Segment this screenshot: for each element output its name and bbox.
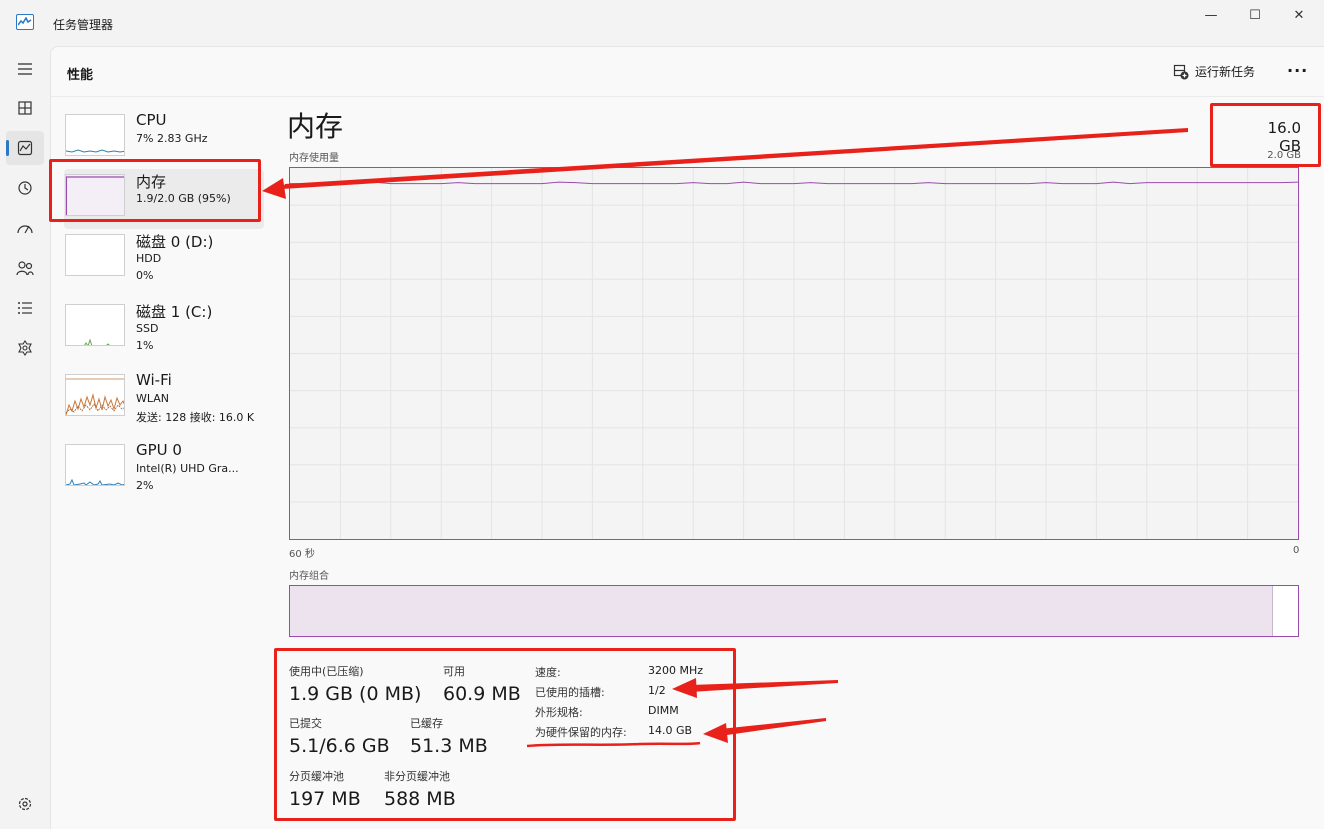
gpu-thumbnail-graph bbox=[65, 444, 125, 486]
device-usage: 0% bbox=[136, 269, 154, 282]
cpu-thumbnail-graph bbox=[65, 114, 125, 156]
memory-composition-bar bbox=[289, 585, 1299, 637]
run-new-task-label: 运行新任务 bbox=[1195, 65, 1256, 79]
device-throughput: 发送: 128 接收: 16.0 K bbox=[136, 411, 255, 424]
settings-icon[interactable] bbox=[6, 787, 44, 821]
device-item-disk-0[interactable]: 磁盘 0 (D:) HDD 0% bbox=[64, 229, 264, 289]
device-item-wifi[interactable]: Wi-Fi WLAN 发送: 128 接收: 16.0 K bbox=[64, 369, 264, 429]
device-name: 磁盘 0 (D:) bbox=[136, 233, 214, 251]
new-task-icon bbox=[1173, 64, 1189, 79]
device-model: Intel(R) UHD Gra... bbox=[136, 462, 239, 475]
minimize-button[interactable]: — bbox=[1188, 0, 1234, 30]
title-bar: 任务管理器 — ☐ ✕ bbox=[0, 0, 1324, 46]
device-name: GPU 0 bbox=[136, 441, 182, 459]
task-manager-icon bbox=[16, 14, 34, 30]
close-button[interactable]: ✕ bbox=[1276, 0, 1322, 30]
device-type: SSD bbox=[136, 322, 159, 335]
device-name: CPU bbox=[136, 111, 167, 129]
maximize-button[interactable]: ☐ bbox=[1232, 0, 1278, 30]
memory-usage-chart bbox=[289, 167, 1299, 540]
disk1-thumbnail-graph bbox=[65, 304, 125, 346]
memory-composition-label: 内存组合 bbox=[289, 571, 329, 582]
services-icon[interactable] bbox=[6, 331, 44, 365]
app-history-icon[interactable] bbox=[6, 171, 44, 205]
page-title: 性能 bbox=[67, 68, 94, 83]
device-type: WLAN bbox=[136, 392, 170, 405]
device-detail: 7% 2.83 GHz bbox=[136, 132, 208, 145]
device-usage: 1% bbox=[136, 339, 154, 352]
annotation-box-memory-item bbox=[49, 159, 261, 222]
annotation-box-stats bbox=[274, 648, 736, 821]
page-header: 性能 运行新任务 ··· bbox=[51, 47, 1324, 97]
memory-free-segment bbox=[1272, 586, 1298, 636]
device-name: Wi-Fi bbox=[136, 371, 172, 389]
run-new-task-button[interactable]: 运行新任务 bbox=[1173, 63, 1255, 80]
window-title: 任务管理器 bbox=[53, 18, 114, 32]
more-options-button[interactable]: ··· bbox=[1287, 61, 1308, 80]
wifi-thumbnail-graph bbox=[65, 374, 125, 416]
device-usage: 2% bbox=[136, 479, 154, 492]
users-icon[interactable] bbox=[6, 251, 44, 285]
startup-icon[interactable] bbox=[6, 211, 44, 245]
chart-x-start-label: 60 秒 bbox=[289, 549, 315, 560]
menu-icon[interactable] bbox=[6, 52, 44, 86]
navigation-rail bbox=[0, 46, 50, 829]
processes-icon[interactable] bbox=[6, 91, 44, 125]
device-name: 磁盘 1 (C:) bbox=[136, 303, 213, 321]
performance-icon[interactable] bbox=[6, 131, 44, 165]
disk0-thumbnail-graph bbox=[65, 234, 125, 276]
device-item-gpu[interactable]: GPU 0 Intel(R) UHD Gra... 2% bbox=[64, 439, 264, 499]
memory-usage-graph bbox=[290, 168, 1299, 539]
device-type: HDD bbox=[136, 252, 162, 265]
chart-x-end-label: 0 bbox=[1293, 545, 1300, 556]
memory-title: 内存 bbox=[287, 110, 344, 143]
device-item-disk-1[interactable]: 磁盘 1 (C:) SSD 1% bbox=[64, 299, 264, 359]
memory-usage-label: 内存使用量 bbox=[289, 153, 339, 164]
annotation-box-total bbox=[1210, 103, 1321, 167]
details-icon[interactable] bbox=[6, 291, 44, 325]
